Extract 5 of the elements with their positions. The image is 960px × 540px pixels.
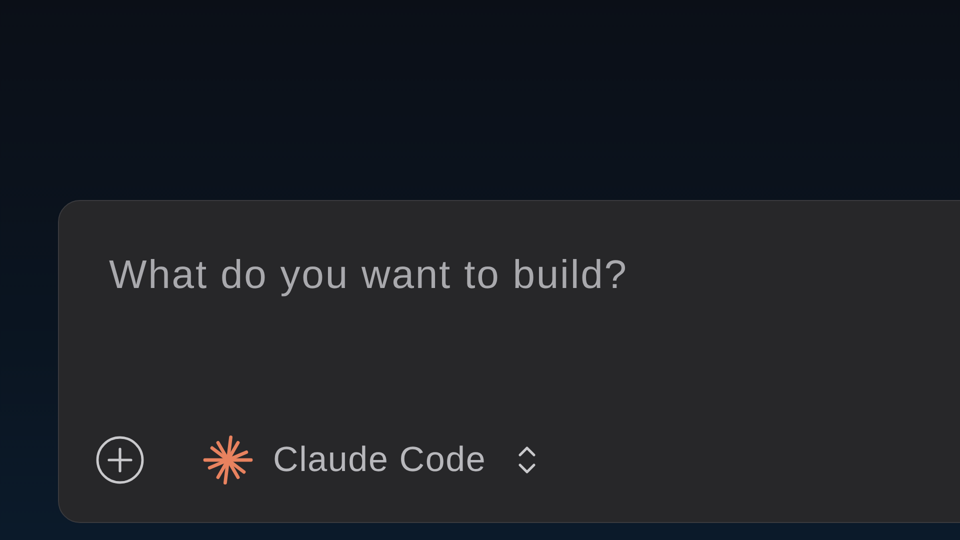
plus-icon xyxy=(95,435,145,485)
model-selector[interactable]: Claude Code xyxy=(203,435,538,485)
add-button[interactable] xyxy=(95,435,145,485)
starburst-icon xyxy=(203,435,253,485)
prompt-field[interactable]: What do you want to build? Claude Code xyxy=(58,200,960,523)
